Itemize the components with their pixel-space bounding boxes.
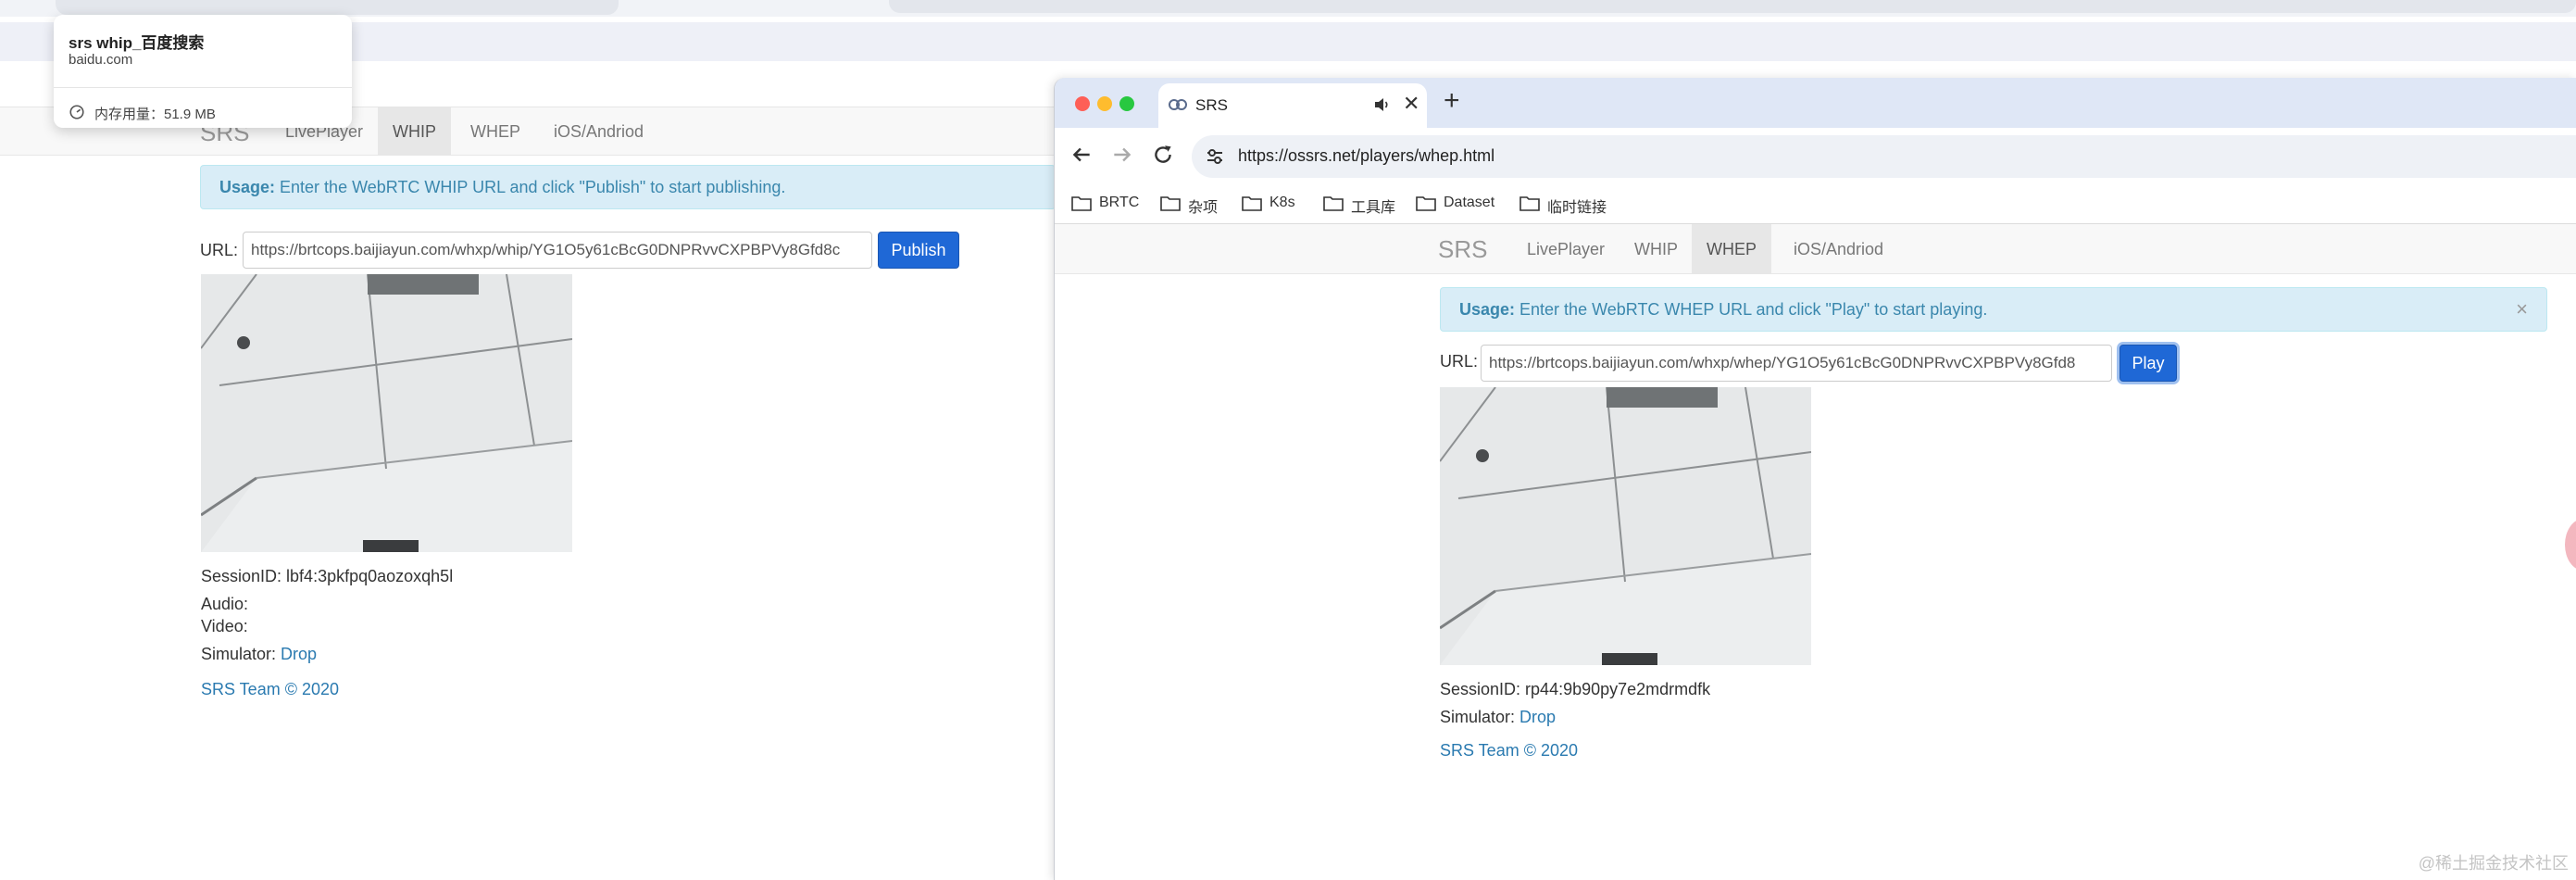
new-tab-icon[interactable]: + <box>1444 85 1460 117</box>
close-window-button[interactable] <box>1075 96 1090 111</box>
foreground-browser-window: SRS ✕ + https://ossrs.net/players/whep.h… <box>1054 78 2576 880</box>
folder-icon <box>1071 196 1092 211</box>
nav-ios-android[interactable]: iOS/Andriod <box>539 107 658 156</box>
nav-ios-android[interactable]: iOS/Andriod <box>1779 224 1898 274</box>
tab-bar: SRS ✕ + <box>1055 78 2576 128</box>
bookmarks-bar: BRTC 杂项 K8s 工具库 Dataset 临时链接 <box>1055 183 2576 224</box>
usage-alert-text: Enter the WebRTC WHEP URL and click "Pla… <box>1515 300 1988 319</box>
bookmark-label: 杂项 <box>1188 200 1219 216</box>
bookmark-label: BRTC <box>1099 195 1140 210</box>
bookmark-label: Dataset <box>1444 195 1495 210</box>
bookmark-label: 工具库 <box>1351 200 1396 216</box>
forward-arrow-icon[interactable] <box>1110 143 1134 167</box>
drop-link[interactable]: Drop <box>1519 708 1556 726</box>
background-tab-strip <box>0 0 2576 17</box>
session-row: SessionID: rp44:9b90py7e2mdrmdfk <box>1440 680 1710 699</box>
drop-link[interactable]: Drop <box>281 645 317 663</box>
publisher-video <box>201 274 572 552</box>
whep-player-page: SRS LivePlayer WHIP WHEP iOS/Andriod Usa… <box>1055 224 2576 880</box>
close-alert-icon[interactable]: × <box>2516 288 2528 331</box>
toolbar: https://ossrs.net/players/whep.html <box>1055 128 2576 183</box>
back-arrow-icon[interactable] <box>1069 143 1094 167</box>
folder-icon <box>1416 196 1436 211</box>
nav-liveplayer[interactable]: LivePlayer <box>1512 224 1619 274</box>
hover-card-title: srs whip_百度搜索 <box>69 34 205 52</box>
address-bar[interactable]: https://ossrs.net/players/whep.html <box>1192 135 2576 178</box>
session-label: SessionID: <box>1440 680 1526 698</box>
whip-url-input[interactable]: https://brtcops.baijiayun.com/whxp/whip/… <box>243 232 872 269</box>
session-label: SessionID: <box>201 567 287 585</box>
zoom-window-button[interactable] <box>1119 96 1134 111</box>
nav-whip[interactable]: WHIP <box>378 107 451 156</box>
hover-card-memory: 内存用量：51.9 MB <box>94 107 216 122</box>
folder-icon <box>1519 196 1540 211</box>
player-video[interactable] <box>1440 387 1811 665</box>
nav-whep[interactable]: WHEP <box>1692 224 1771 274</box>
ceiling-camera-frame <box>201 274 572 552</box>
usage-alert: Usage: Enter the WebRTC WHEP URL and cli… <box>1440 287 2547 332</box>
speaker-icon[interactable] <box>1373 95 1392 114</box>
hover-card-site: baidu.com <box>69 52 133 68</box>
active-tab[interactable]: SRS ✕ <box>1158 83 1427 128</box>
simulator-label: Simulator: <box>201 645 281 663</box>
close-tab-icon[interactable]: ✕ <box>1403 92 1419 116</box>
footer-link[interactable]: SRS Team © 2020 <box>201 680 339 699</box>
bookmark-label: 临时链接 <box>1547 200 1607 216</box>
simulator-label: Simulator: <box>1440 708 1520 726</box>
usage-alert-text: Enter the WebRTC WHIP URL and click "Pub… <box>275 178 786 196</box>
srs-favicon-icon <box>1169 99 1187 110</box>
address-url[interactable]: https://ossrs.net/players/whep.html <box>1238 146 1494 166</box>
audio-label: Audio: <box>201 595 249 613</box>
play-button[interactable]: Play <box>2120 345 2177 382</box>
memory-gauge-icon <box>69 105 84 119</box>
navbar: SRS LivePlayer WHIP WHEP iOS/Andriod <box>1055 224 2576 274</box>
url-label: URL: <box>1440 352 1479 371</box>
background-tab[interactable] <box>889 0 2576 13</box>
ceiling-camera-frame <box>1440 387 1811 665</box>
whep-url-input[interactable]: https://brtcops.baijiayun.com/whxp/whep/… <box>1481 345 2112 382</box>
usage-alert-label: Usage: <box>219 178 276 196</box>
footer-link[interactable]: SRS Team © 2020 <box>1440 741 1578 761</box>
site-settings-icon[interactable] <box>1205 146 1225 167</box>
folder-icon <box>1160 196 1181 211</box>
url-label: URL: <box>200 241 239 259</box>
reload-icon[interactable] <box>1151 143 1175 167</box>
whip-publisher-page: SRS LivePlayer WHIP WHEP iOS/Andriod Usa… <box>0 107 1056 880</box>
nav-whep[interactable]: WHEP <box>456 107 535 156</box>
simulator-row: Simulator: Drop <box>201 645 317 664</box>
divider <box>54 87 352 88</box>
session-id: lbf4:3pkfpq0aozoxqh5l <box>286 567 454 585</box>
background-tab[interactable] <box>56 0 619 15</box>
session-id: rp44:9b90py7e2mdrmdfk <box>1525 680 1711 698</box>
nav-whip[interactable]: WHIP <box>1619 224 1693 274</box>
publish-button[interactable]: Publish <box>878 232 959 269</box>
navbar-brand[interactable]: SRS <box>1438 235 1487 264</box>
folder-icon <box>1242 196 1262 211</box>
tab-title: SRS <box>1195 96 1228 114</box>
folder-icon <box>1323 196 1344 211</box>
bookmark-label: K8s <box>1269 195 1295 210</box>
watermark: @稀土掘金技术社区 <box>2418 854 2569 873</box>
usage-alert: Usage: Enter the WebRTC WHIP URL and cli… <box>200 165 1056 209</box>
video-label: Video: <box>201 617 248 635</box>
session-row: SessionID: lbf4:3pkfpq0aozoxqh5l <box>201 567 453 586</box>
minimize-window-button[interactable] <box>1097 96 1112 111</box>
background-toolbar <box>0 22 2576 61</box>
usage-alert-label: Usage: <box>1459 300 1516 319</box>
simulator-row: Simulator: Drop <box>1440 708 1556 727</box>
tab-hover-card: srs whip_百度搜索 baidu.com 内存用量：51.9 MB <box>54 15 352 128</box>
